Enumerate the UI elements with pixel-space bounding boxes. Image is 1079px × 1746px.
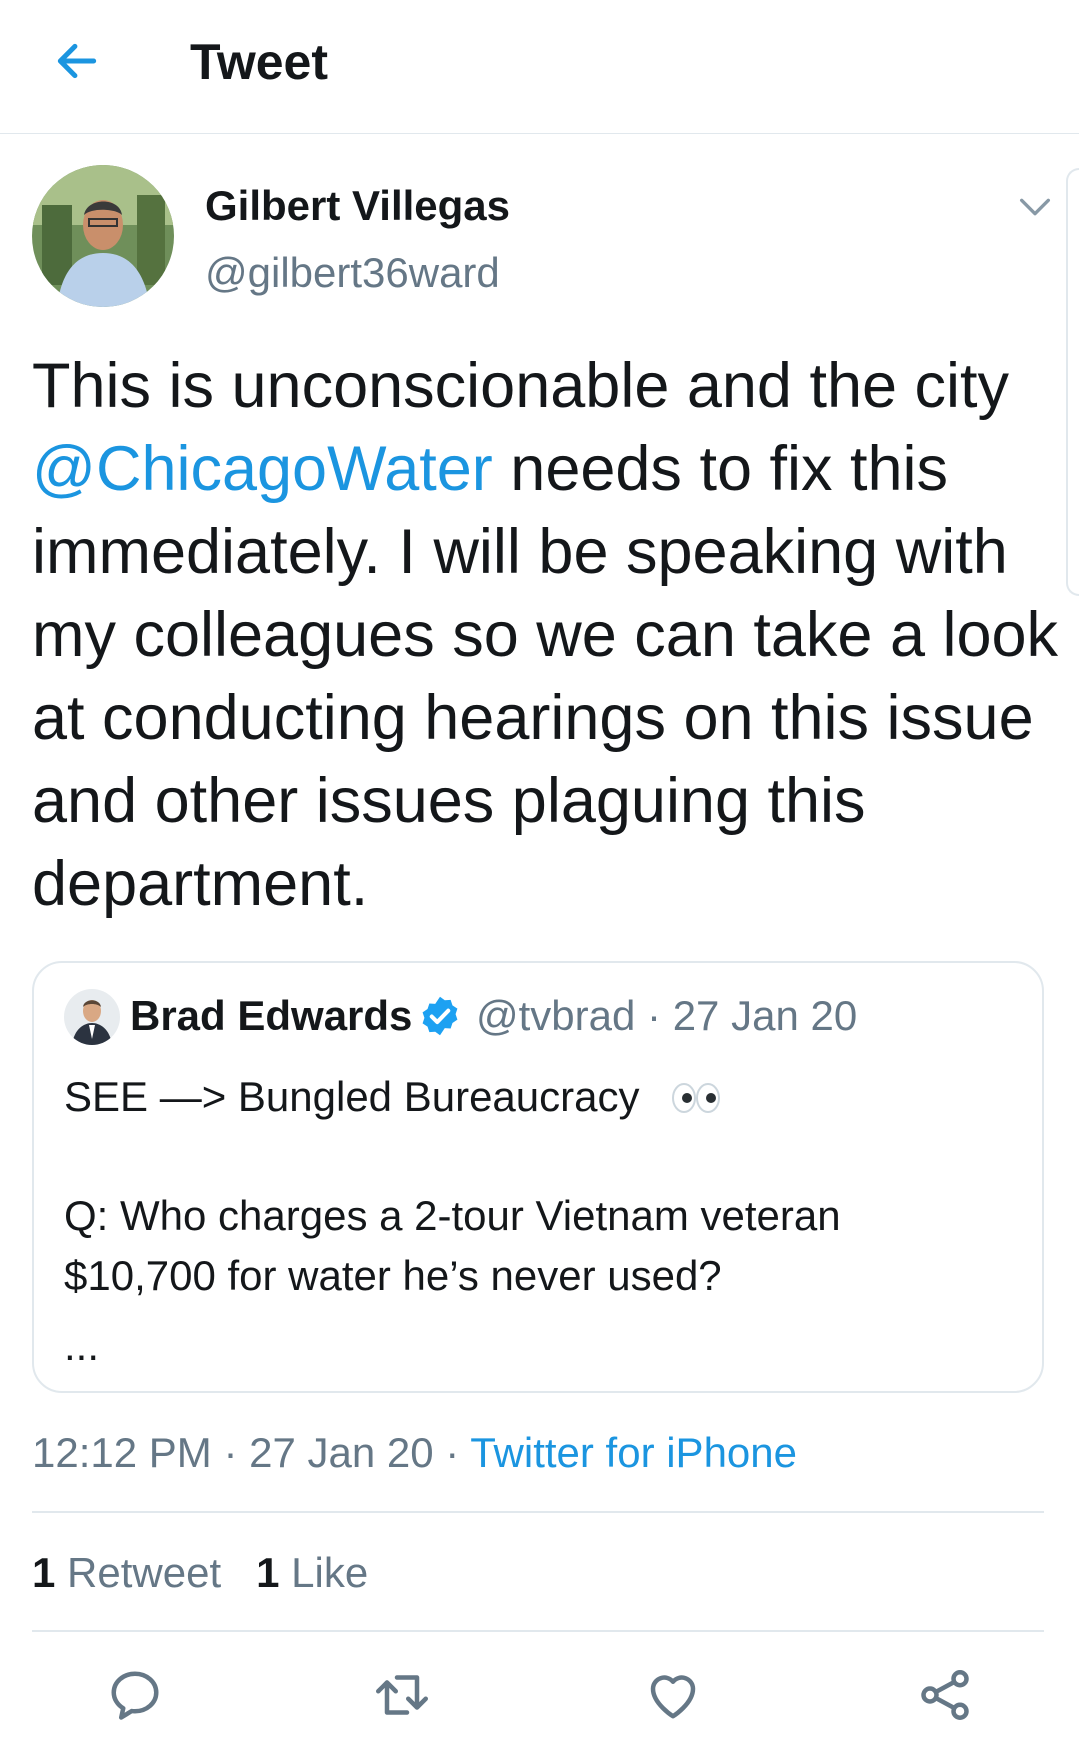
like-count: 1 [256,1549,280,1596]
scroll-indicator [1066,168,1079,596]
tweet-time: 12:12 PM [32,1429,212,1476]
tweet-stats: 1 Retweet 1 Like [32,1547,368,1599]
quote-text-line: SEE —> Bungled Bureaucracy [64,1073,640,1120]
chevron-down-icon[interactable] [1015,187,1055,227]
divider [32,1511,1044,1513]
quote-author-handle: @tvbrad [476,992,636,1039]
tweet-source-link[interactable]: Twitter for iPhone [470,1429,797,1476]
verified-badge-icon [422,996,458,1036]
tweet-text-part: needs to fix this immediately. I will be… [32,434,1059,919]
retweet-icon[interactable] [372,1665,432,1725]
tweet-text: This is unconscionable and the city @Chi… [32,345,1062,926]
retweet-label: Retweet [67,1549,222,1596]
reply-icon[interactable] [105,1665,165,1725]
arrow-left-icon[interactable] [52,36,102,86]
quote-text-line: $10,700 for water he’s never used? [64,1252,722,1299]
divider [32,1630,1044,1632]
quote-ellipsis: ... [64,1322,100,1369]
quote-date: 27 Jan 20 [672,992,858,1039]
quote-meta: @tvbrad · 27 Jan 20 [476,992,858,1039]
tweet-text-part: This is unconscionable and the city [32,351,1010,421]
share-icon[interactable] [915,1665,975,1725]
page-title: Tweet [190,34,328,90]
like-stat[interactable]: 1 Like [256,1549,368,1596]
like-icon[interactable] [643,1665,703,1725]
retweet-stat[interactable]: 1 Retweet [32,1549,221,1596]
quote-author-name: Brad Edwards [130,992,413,1039]
author-handle[interactable]: @gilbert36ward [205,247,500,299]
top-bar [0,0,1079,134]
retweet-count: 1 [32,1549,56,1596]
mention-link[interactable]: @ChicagoWater [32,434,493,504]
like-label: Like [291,1549,369,1596]
avatar[interactable] [32,165,174,307]
quote-avatar [64,989,120,1045]
tweet-date: 27 Jan 20 [249,1429,434,1476]
quote-text-line: Q: Who charges a 2-tour Vietnam veteran [64,1192,841,1239]
author-name[interactable]: Gilbert Villegas [205,180,510,232]
tweet-meta: 12:12 PM · 27 Jan 20 · Twitter for iPhon… [32,1429,797,1476]
eyes-emoji-icon [672,1083,720,1113]
